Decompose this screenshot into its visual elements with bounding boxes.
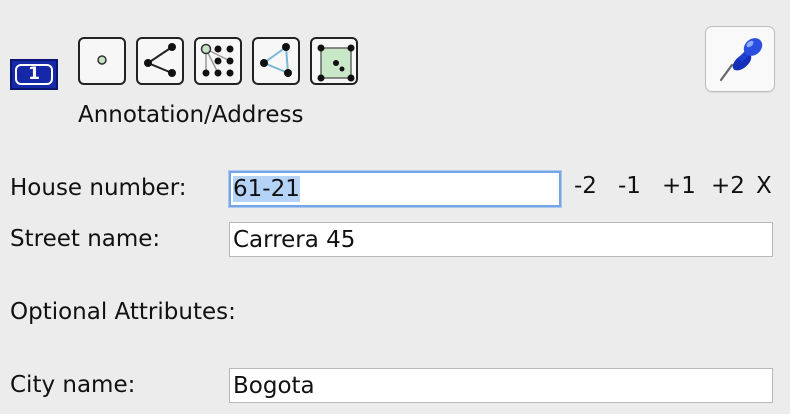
multipolygon-icon <box>194 37 242 85</box>
node-icon <box>78 37 126 85</box>
increment-1-button[interactable]: +1 <box>662 173 696 199</box>
street-name-label: Street name: <box>10 226 161 252</box>
pushpin-icon <box>719 38 763 82</box>
area-icon <box>310 37 358 85</box>
preset-title: Annotation/Address <box>78 102 304 128</box>
decrement-2-button[interactable]: -2 <box>574 173 597 199</box>
house-number-input[interactable] <box>229 171 561 207</box>
street-name-input[interactable] <box>229 222 773 257</box>
increment-2-button[interactable]: +2 <box>711 173 745 199</box>
house-number-label: House number: <box>10 175 187 201</box>
city-name-label: City name: <box>10 372 136 398</box>
step-number: 1 <box>15 64 53 85</box>
closed-way-icon <box>252 37 300 85</box>
decrement-1-button[interactable]: -1 <box>618 173 641 199</box>
optional-attributes-heading: Optional Attributes: <box>10 299 236 325</box>
city-name-input[interactable] <box>229 368 773 403</box>
clear-button[interactable]: X <box>756 173 772 199</box>
pin-button[interactable] <box>705 26 775 92</box>
way-icon <box>136 37 184 85</box>
step-badge: 1 <box>10 59 58 90</box>
